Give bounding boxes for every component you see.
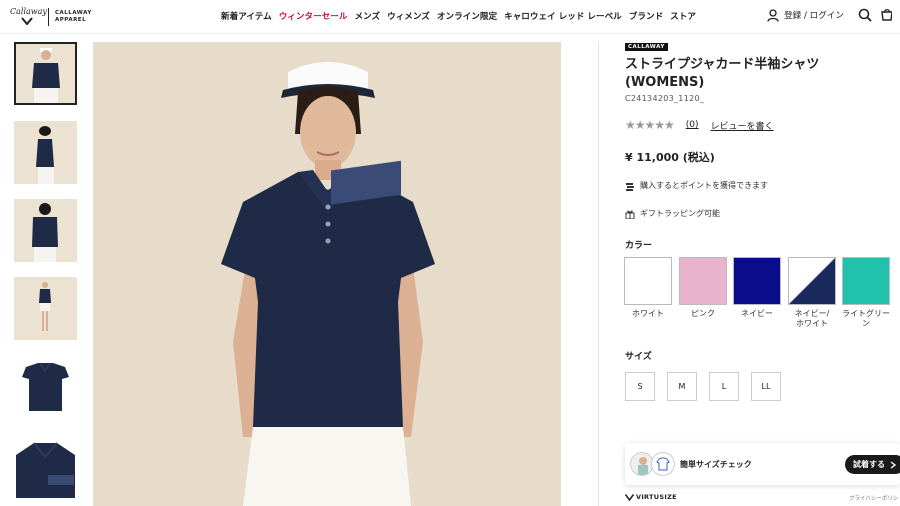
thumbnail-front[interactable] xyxy=(14,42,77,105)
logo-divider xyxy=(48,8,49,26)
search-button[interactable] xyxy=(858,8,872,22)
swatch-color-box xyxy=(842,257,890,305)
logo-wordmark: CALLAWAY APPAREL xyxy=(55,10,92,24)
arrow-right-icon xyxy=(890,460,897,469)
color-swatch-light-green[interactable]: ライトグリー ン xyxy=(842,257,890,329)
review-count-link[interactable]: (0) xyxy=(686,120,699,130)
logo-mark: Callaway xyxy=(10,7,47,27)
try-on-label: 試着する xyxy=(853,460,885,469)
swatch-label: ライトグリー ン xyxy=(842,309,890,329)
color-section-label: カラー xyxy=(625,241,653,251)
swatch-label: ホワイト xyxy=(632,309,664,318)
panel-divider xyxy=(598,42,599,506)
shirt-icon-wrap xyxy=(651,452,675,476)
thumbnail-image xyxy=(16,442,75,498)
size-option-m[interactable]: M xyxy=(667,372,697,401)
size-check-label: 簡単サイズチェック xyxy=(680,460,752,469)
swatch-label-line-2: ホワイト xyxy=(796,319,828,328)
size-section-label: サイズ xyxy=(625,352,652,362)
nav-item-red-label[interactable]: キャロウェイ レッド レーベル xyxy=(504,10,622,22)
logo-line-1: CALLAWAY xyxy=(55,10,92,16)
thumbnail-back[interactable] xyxy=(14,199,77,262)
main-nav: 新着アイテム ウィンターセール メンズ ウィメンズ オンライン限定 キャロウェイ… xyxy=(221,10,703,22)
color-swatch-navy[interactable]: ネイビー xyxy=(733,257,781,319)
color-swatch-white[interactable]: ホワイト xyxy=(624,257,672,319)
size-option-ll[interactable]: LL xyxy=(751,372,781,401)
write-review-link[interactable]: レビューを書く xyxy=(711,119,774,132)
login-link[interactable]: 登録 / ログイン xyxy=(767,8,844,22)
product-sku: C24134203_1120_ xyxy=(625,94,705,103)
nav-item-winter-sale[interactable]: ウィンターセール xyxy=(279,10,348,22)
cart-icon xyxy=(881,9,892,21)
thumbnail-image xyxy=(32,203,58,262)
privacy-policy-link[interactable]: プライバシーポリシ xyxy=(849,494,898,502)
product-title-line-2: (WOMENS) xyxy=(625,75,705,90)
product-price: ¥ 11,000 (税込) xyxy=(625,151,715,164)
swatch-label-line-2: ン xyxy=(862,319,870,328)
main-product-image[interactable] xyxy=(93,42,561,506)
coins-icon xyxy=(626,182,634,191)
product-title: ストライプジャカード半袖シャツ (WOMENS) xyxy=(625,56,895,92)
thumbnail-flat-detail[interactable] xyxy=(14,435,77,498)
nav-item-online-limited[interactable]: オンライン限定 xyxy=(437,10,497,22)
star-rating: ★★★★★ xyxy=(625,118,675,132)
swatch-color-box xyxy=(679,257,727,305)
brand-badge[interactable]: CALLAWAY xyxy=(625,43,668,51)
login-label: 登録 / ログイン xyxy=(784,11,844,21)
color-swatch-pink[interactable]: ピンク xyxy=(679,257,727,319)
nav-item-womens[interactable]: ウィメンズ xyxy=(387,10,430,22)
size-option-l[interactable]: L xyxy=(709,372,739,401)
nav-item-brand[interactable]: ブランド xyxy=(629,10,663,22)
points-text: 購入するとポイントを獲得できます xyxy=(640,181,768,190)
site-header: Callaway CALLAWAY APPAREL 新着アイテム ウィンターセー… xyxy=(0,0,900,34)
gift-text: ギフトラッピング可能 xyxy=(640,209,720,218)
swatch-label: ネイビー xyxy=(741,309,773,318)
shirt-icon xyxy=(656,457,670,471)
swatch-label-line-1: ライトグリー xyxy=(842,309,890,318)
swatch-color-box xyxy=(733,257,781,305)
swatch-label: ネイビー/ ホワイト xyxy=(788,309,836,329)
header-actions: 登録 / ログイン xyxy=(767,8,900,22)
try-on-button[interactable]: 試着する xyxy=(845,455,900,474)
thumbnail-image xyxy=(36,126,54,184)
points-info: 購入するとポイントを獲得できます xyxy=(625,180,768,191)
chevron-logo-icon xyxy=(21,17,33,25)
gift-info: ギフトラッピング可能 xyxy=(625,208,720,219)
thumbnail-image xyxy=(22,362,69,411)
product-title-line-1: ストライプジャカード半袖シャツ xyxy=(625,57,820,72)
virtusize-logo-text: VIRTUSIZE xyxy=(636,493,677,501)
virtusize-widget[interactable]: 簡単サイズチェック 試着する xyxy=(625,443,900,485)
swatch-label: ピンク xyxy=(691,309,715,318)
user-icon xyxy=(767,8,779,22)
thumbnail-side[interactable] xyxy=(14,121,77,184)
swatch-color-box xyxy=(624,257,672,305)
thumbnail-flat-front[interactable] xyxy=(14,355,77,418)
rating-row: ★★★★★ (0) レビューを書く xyxy=(625,118,774,132)
nav-item-mens[interactable]: メンズ xyxy=(354,10,380,22)
cart-button[interactable] xyxy=(880,8,892,22)
callaway-logo[interactable]: Callaway CALLAWAY APPAREL xyxy=(10,6,92,28)
logo-script-text: Callaway xyxy=(10,7,47,16)
nav-item-store[interactable]: ストア xyxy=(670,10,696,22)
thumbnail-image xyxy=(32,48,60,103)
thumbnail-full-body[interactable] xyxy=(14,277,77,340)
swatch-label-line-1: ネイビー/ xyxy=(794,309,830,318)
logo-line-2: APPAREL xyxy=(55,17,87,23)
gift-icon xyxy=(625,210,635,219)
size-option-s[interactable]: S xyxy=(625,372,655,401)
swatch-color-box xyxy=(788,257,836,305)
virtusize-logo: VIRTUSIZE xyxy=(625,493,677,501)
search-icon xyxy=(858,8,872,22)
virtusize-mark-icon xyxy=(625,493,634,501)
color-swatch-navy-white[interactable]: ネイビー/ ホワイト xyxy=(788,257,836,329)
model-photo xyxy=(221,62,435,506)
nav-item-new[interactable]: 新着アイテム xyxy=(221,10,272,22)
thumbnail-image xyxy=(39,282,51,331)
